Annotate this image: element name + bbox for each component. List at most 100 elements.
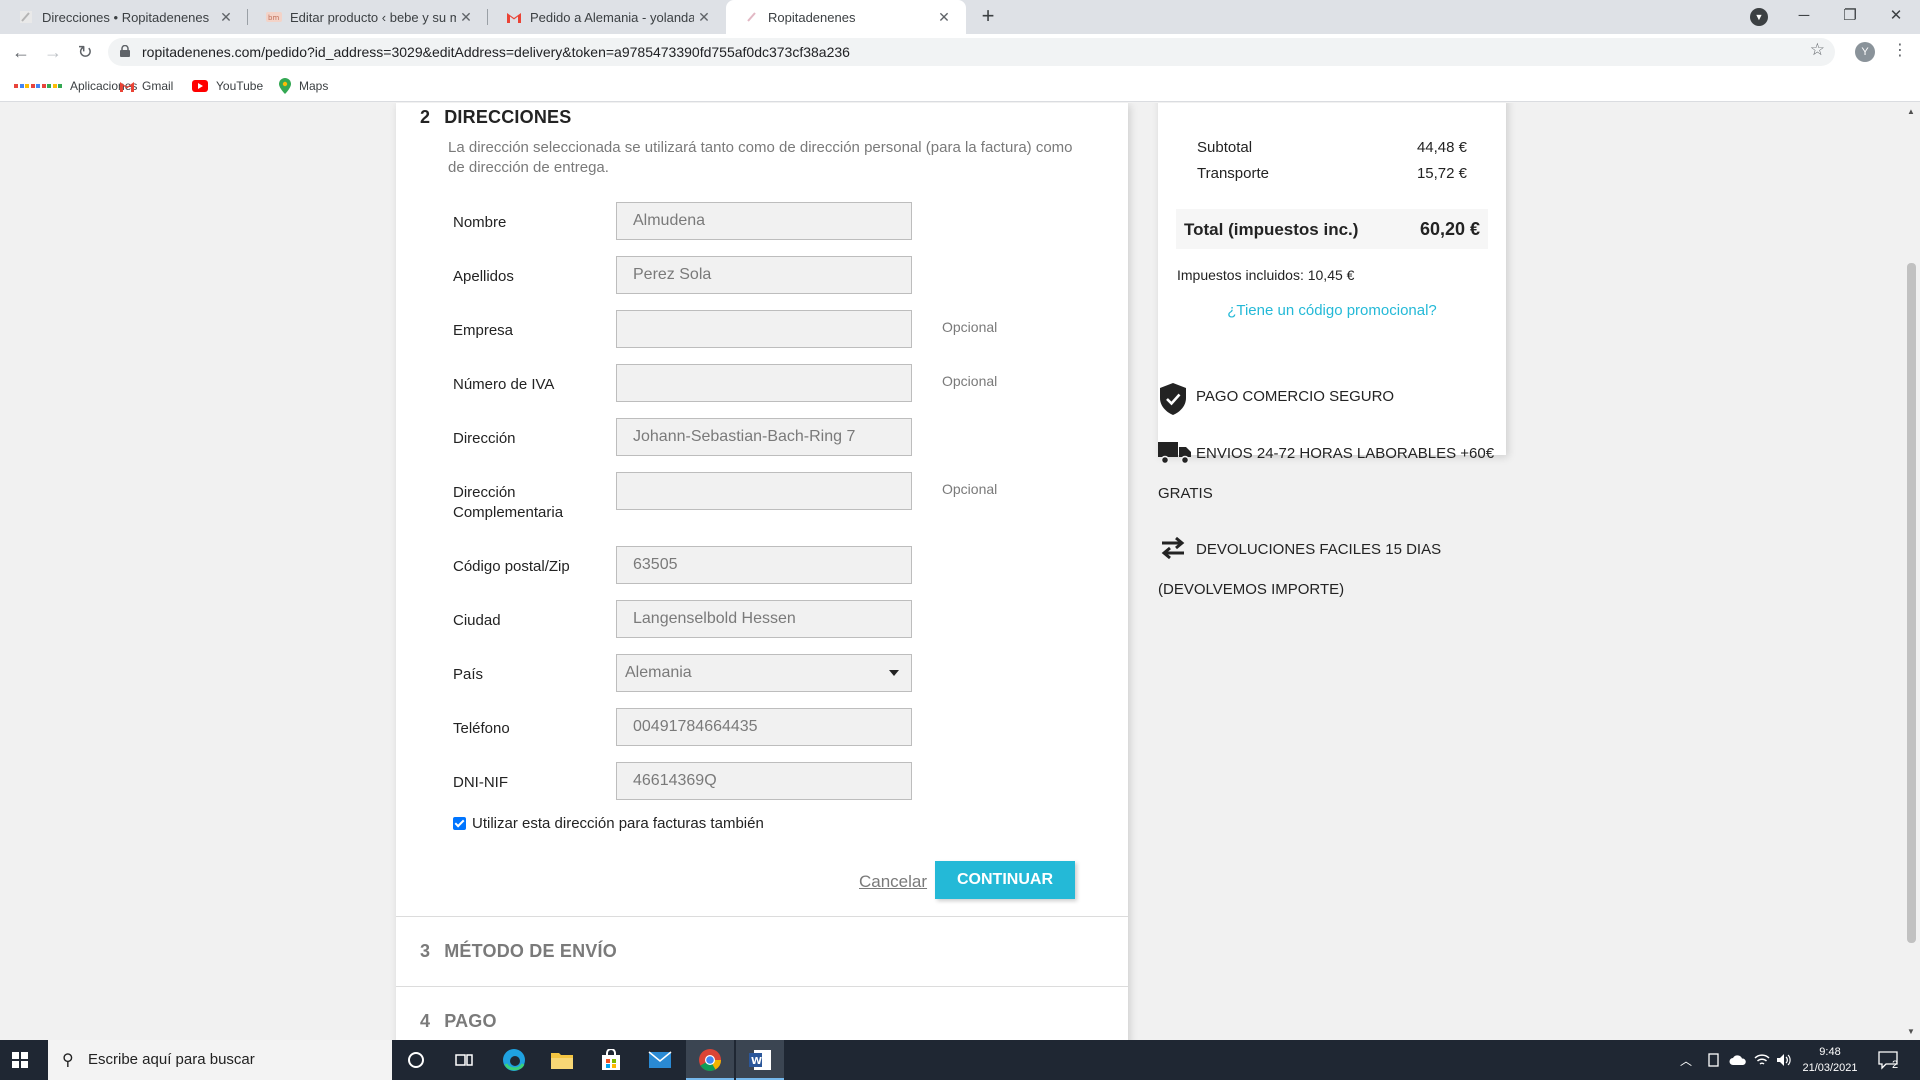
direccion-complementaria-label: Dirección Complementaria <box>453 484 564 521</box>
clock-date: 21/03/2021 <box>1802 1062 1858 1074</box>
windows-start-icon[interactable] <box>12 1052 28 1068</box>
apps-grid-icon <box>14 84 62 88</box>
nombre-input[interactable] <box>616 202 912 240</box>
dni-input[interactable] <box>616 762 912 800</box>
field-row-empresa: Empresa Opcional <box>396 310 1128 350</box>
use-for-invoice-row: Utilizar esta dirección para facturas ta… <box>453 815 764 832</box>
direccion-label: Dirección <box>453 430 516 447</box>
show-hidden-icons-chevron-icon[interactable]: ︿ <box>1680 1040 1692 1080</box>
field-row-dni: DNI-NIF <box>396 762 1128 802</box>
continue-button[interactable]: CONTINUAR <box>935 861 1075 899</box>
address-bar[interactable]: ropitadenenes.com/pedido?id_address=3029… <box>108 38 1835 66</box>
bookmark-star-icon[interactable]: ☆ <box>1810 40 1825 60</box>
svg-text:bm: bm <box>268 14 279 22</box>
file-explorer-icon[interactable] <box>538 1040 586 1080</box>
optional-hint: Opcional <box>942 373 998 389</box>
volume-icon[interactable] <box>1776 1040 1792 1080</box>
direccion-complementaria-input[interactable] <box>616 472 912 510</box>
field-row-iva: Número de IVA Opcional <box>396 364 1128 404</box>
scrollbar-thumb[interactable] <box>1907 263 1916 943</box>
telefono-input[interactable] <box>616 708 912 746</box>
bookmark-gmail[interactable]: Gmail <box>120 70 173 102</box>
tab-search-icon[interactable]: ▼ <box>1750 8 1768 26</box>
tab-close-icon[interactable]: ✕ <box>934 9 954 26</box>
chrome-icon[interactable] <box>686 1040 734 1080</box>
device-meet-icon[interactable] <box>1707 1040 1721 1080</box>
nombre-label: Nombre <box>453 214 507 231</box>
reassurance-secure-payment: PAGO COMERCIO SEGURO <box>1158 382 1488 418</box>
total-value: 60,20 € <box>1419 219 1480 239</box>
direccion-input[interactable] <box>616 418 912 456</box>
maps-pin-icon <box>279 78 291 94</box>
reload-icon[interactable]: ↻ <box>73 40 97 64</box>
pais-select[interactable]: Alemania <box>616 654 912 692</box>
tab-close-icon[interactable]: ✕ <box>694 9 714 26</box>
step-direcciones-title[interactable]: 2 DIRECCIONES <box>420 107 571 128</box>
new-tab-button[interactable]: + <box>975 4 1001 30</box>
empresa-input[interactable] <box>616 310 912 348</box>
empresa-label: Empresa <box>453 322 514 339</box>
scroll-down-arrow-icon[interactable]: ▼ <box>1907 1027 1915 1036</box>
field-row-direccion: Dirección <box>396 418 1128 458</box>
forward-arrow-icon[interactable]: → <box>41 40 65 64</box>
back-arrow-icon[interactable]: ← <box>9 40 33 64</box>
telefono-label: Teléfono <box>453 720 510 737</box>
close-window-button[interactable]: ✕ <box>1873 0 1919 34</box>
section-divider <box>396 916 1128 917</box>
codigo-postal-input[interactable] <box>616 546 912 584</box>
url-text: ropitadenenes.com/pedido?id_address=3029… <box>142 44 850 60</box>
step-pago-title[interactable]: 4 PAGO <box>420 1011 497 1032</box>
profile-avatar[interactable]: Y <box>1855 42 1875 62</box>
cancel-link[interactable]: Cancelar <box>859 872 927 892</box>
shop-favicon-icon: bm <box>266 9 282 25</box>
dni-label: DNI-NIF <box>453 774 508 791</box>
bookmark-apps[interactable]: Aplicaciones <box>14 70 137 102</box>
browser-tab-bar: Direcciones • Ropitadenenes ✕ bm Editar … <box>0 0 1920 34</box>
tab-close-icon[interactable]: ✕ <box>216 9 236 26</box>
tab-gmail-pedido[interactable]: Pedido a Alemania - yolandaretu ✕ <box>488 0 726 34</box>
promo-code-link[interactable]: ¿Tiene un código promocional? <box>1158 302 1506 319</box>
swap-arrows-icon <box>1161 536 1185 560</box>
scroll-up-arrow-icon[interactable]: ▲ <box>1907 107 1915 116</box>
edge-browser-icon[interactable] <box>490 1040 538 1080</box>
tab-direcciones[interactable]: Direcciones • Ropitadenenes ✕ <box>0 0 248 34</box>
field-row-nombre: Nombre <box>396 202 1128 242</box>
notifications-icon[interactable]: 2 <box>1878 1040 1898 1080</box>
bookmark-maps[interactable]: Maps <box>279 70 328 102</box>
restore-button[interactable]: ❐ <box>1827 0 1873 34</box>
tax-included-line: Impuestos incluidos: 10,45 € <box>1177 267 1355 283</box>
page-viewport: 2 DIRECCIONES La dirección seleccionada s… <box>0 103 1920 1040</box>
onedrive-cloud-icon[interactable] <box>1729 1040 1747 1080</box>
cortana-icon[interactable] <box>392 1040 440 1080</box>
use-for-invoice-checkbox[interactable] <box>453 817 466 830</box>
tab-close-icon[interactable]: ✕ <box>456 9 476 26</box>
browser-menu-icon[interactable]: ⋮ <box>1892 40 1908 60</box>
step-description: La dirección seleccionada se utilizará t… <box>448 139 1073 176</box>
iva-input[interactable] <box>616 364 912 402</box>
wifi-icon[interactable] <box>1754 1040 1770 1080</box>
ciudad-input[interactable] <box>616 600 912 638</box>
use-for-invoice-label[interactable]: Utilizar esta dirección para facturas ta… <box>472 815 764 832</box>
page-scrollbar[interactable]: ▲ ▼ <box>1903 103 1920 1040</box>
taskbar-search-box[interactable]: ⚲ Escribe aquí para buscar <box>48 1040 392 1080</box>
tab-ropitadenenes-active[interactable]: Ropitadenenes ✕ <box>726 0 966 34</box>
minimize-button[interactable]: ─ <box>1781 0 1827 34</box>
field-row-direccion-complementaria: Dirección Complementaria Opcional <box>396 472 1128 530</box>
step-metodo-envio-title[interactable]: 3 MÉTODO DE ENVÍO <box>420 941 617 962</box>
mail-icon[interactable] <box>636 1040 684 1080</box>
browser-toolbar: ← → ↻ ropitadenenes.com/pedido?id_addres… <box>0 34 1920 70</box>
pencil-favicon-icon <box>744 9 760 25</box>
field-row-pais: País Alemania <box>396 654 1128 694</box>
section-divider <box>396 986 1128 987</box>
taskbar-clock[interactable]: 9:48 21/03/2021 <box>1795 1044 1865 1076</box>
shipping-row: Transporte 15,72 € <box>1197 165 1467 182</box>
codigo-postal-label: Código postal/Zip <box>453 558 570 575</box>
field-row-apellidos: Apellidos <box>396 256 1128 296</box>
subtotal-value: 44,48 € <box>1416 139 1467 156</box>
store-icon[interactable] <box>587 1040 635 1080</box>
word-icon[interactable]: W <box>736 1040 784 1080</box>
task-view-icon[interactable] <box>440 1040 488 1080</box>
apellidos-input[interactable] <box>616 256 912 294</box>
tab-editar-producto[interactable]: bm Editar producto ‹ bebe y su mamá ✕ <box>248 0 488 34</box>
bookmark-youtube[interactable]: YouTube <box>192 70 263 102</box>
